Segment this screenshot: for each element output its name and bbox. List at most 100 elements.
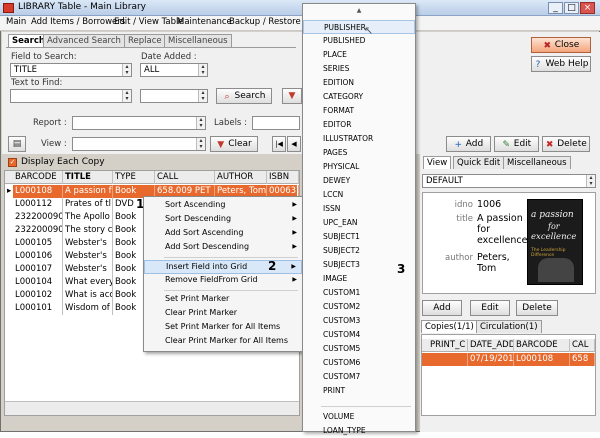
close-window-button[interactable]: × [580, 2, 595, 14]
ctx-add-sort-ascending[interactable]: Add Sort Ascending ▶ [144, 227, 302, 241]
col-copy-call[interactable]: CAL [570, 339, 595, 352]
field-option-volume[interactable]: VOLUME [303, 410, 415, 424]
ctx-add-sort-ascending-label: Add Sort Ascending [165, 228, 244, 237]
col-type[interactable]: TYPE [113, 171, 155, 184]
menu-maintenance[interactable]: Maintenance [177, 17, 232, 27]
field-option-custom2[interactable]: CUSTOM2 [303, 300, 415, 314]
add-record-button[interactable]: + Add [446, 136, 491, 152]
field-option-lccn[interactable]: LCCN [303, 188, 415, 202]
field-option-upc-ean[interactable]: UPC_EAN [303, 216, 415, 230]
report-label: Report : [33, 118, 67, 128]
field-option-subject1[interactable]: SUBJECT1 [303, 230, 415, 244]
search-button[interactable]: ⌕ Search [216, 88, 272, 104]
clear-view-button[interactable]: ▼ Clear [210, 136, 258, 152]
horizontal-scrollbar[interactable] [5, 401, 299, 415]
minimize-button[interactable]: _ [548, 2, 563, 14]
ctx-set-print-marker[interactable]: Set Print Marker [144, 293, 302, 307]
col-title[interactable]: TITLE [63, 171, 113, 184]
copies-edit-label: Edit [481, 303, 499, 313]
menu-edit-view-table[interactable]: Edit / View Table [114, 17, 184, 27]
prev-record-button[interactable]: ◀ [287, 136, 301, 152]
field-option-custom1[interactable]: CUSTOM1 [303, 286, 415, 300]
field-option-pages[interactable]: PAGES [303, 146, 415, 160]
labels-select[interactable] [252, 116, 300, 130]
ctx-insert-field[interactable]: Insert Field into Grid ▶ [144, 260, 302, 274]
field-option-illustrator[interactable]: ILLUSTRATOR [303, 132, 415, 146]
web-help-button[interactable]: ? Web Help [531, 56, 591, 72]
col-isbn[interactable]: ISBN [267, 171, 299, 184]
text-option-select[interactable]: ▴ ▾ [140, 89, 208, 103]
ctx-remove-field[interactable]: Remove FieldFrom Grid ▶ [144, 274, 302, 288]
menu-backup-restore[interactable]: Backup / Restore [229, 17, 301, 27]
ctx-sort-ascending[interactable]: Sort Ascending ▶ [144, 199, 302, 213]
maximize-button[interactable]: □ [564, 2, 579, 14]
tab-view[interactable]: View [423, 156, 452, 169]
field-to-search-select[interactable]: TITLE ▴ ▾ [10, 63, 132, 77]
spinner-icon: ▴ ▾ [198, 90, 207, 102]
copies-add-button[interactable]: Add [422, 300, 462, 316]
ctx-clear-print-marker-all[interactable]: Clear Print Marker for All Items [144, 335, 302, 349]
copies-row[interactable]: 07/19/2015 L000108 658 [422, 353, 595, 366]
ctx-sort-ascending-label: Sort Ascending [165, 200, 226, 209]
field-option-custom4[interactable]: CUSTOM4 [303, 328, 415, 342]
field-option-print[interactable]: PRINT [303, 384, 415, 398]
view-select[interactable]: ▴ ▾ [72, 137, 206, 151]
field-option-format[interactable]: FORMAT [303, 104, 415, 118]
col-call[interactable]: CALL [155, 171, 215, 184]
field-option-subject2[interactable]: SUBJECT2 [303, 244, 415, 258]
field-option-series[interactable]: SERIES [303, 62, 415, 76]
field-option-place[interactable]: PLACE [303, 48, 415, 62]
tab-copies[interactable]: Copies(1/1) [421, 320, 478, 333]
tab-circulation[interactable]: Circulation(1) [476, 320, 542, 333]
cell-barcode: L000102 [13, 289, 63, 302]
menu-main[interactable]: Main [6, 17, 26, 27]
col-barcode[interactable]: BARCODE [13, 171, 63, 184]
field-option-custom7[interactable]: CUSTOM7 [303, 370, 415, 384]
tab-replace[interactable]: Replace [124, 34, 166, 47]
copies-delete-button[interactable]: Delete [516, 300, 558, 316]
text-to-find-input[interactable]: ▴ ▾ [10, 89, 132, 103]
report-select[interactable]: ▴ ▾ [72, 116, 206, 130]
col-print-c[interactable]: PRINT_C [428, 339, 468, 352]
ctx-sort-descending[interactable]: Sort Descending ▶ [144, 213, 302, 227]
menu-add-items-borrowers[interactable]: Add Items / Borrowers [31, 17, 125, 27]
field-option-loan-type[interactable]: LOAN_TYPE [303, 424, 415, 438]
ctx-add-sort-descending[interactable]: Add Sort Descending ▶ [144, 241, 302, 255]
field-option-category[interactable]: CATEGORY [303, 90, 415, 104]
field-option-issn[interactable]: ISSN [303, 202, 415, 216]
clear-search-button[interactable]: ▼ [282, 88, 302, 104]
close-button[interactable]: ✖ Close [531, 37, 591, 53]
field-option-custom5[interactable]: CUSTOM5 [303, 342, 415, 356]
field-option-physical[interactable]: PHYSICAL [303, 160, 415, 174]
edit-record-button[interactable]: ✎ Edit [494, 136, 539, 152]
ctx-set-print-marker-all[interactable]: Set Print Marker for All Items [144, 321, 302, 335]
field-option-dewey[interactable]: DEWEY [303, 174, 415, 188]
view-template-select[interactable]: DEFAULT ▴ ▾ [422, 174, 596, 188]
field-option-edition[interactable]: EDITION [303, 76, 415, 90]
spinner-icon: ▴ ▾ [122, 64, 131, 76]
first-icon: |◀ [275, 140, 283, 148]
view-options-button[interactable]: ▤ [8, 136, 26, 152]
field-option-editor[interactable]: EDITOR [303, 118, 415, 132]
field-option-custom3[interactable]: CUSTOM3 [303, 314, 415, 328]
field-option-published[interactable]: PUBLISHED [303, 34, 415, 48]
date-added-select[interactable]: ALL ▴ ▾ [140, 63, 208, 77]
tab-advanced-search[interactable]: Advanced Search [43, 34, 125, 47]
web-help-label: Web Help [545, 59, 589, 69]
field-option-publisher[interactable]: PUBLISHER [303, 20, 415, 34]
col-author[interactable]: AUTHOR [215, 171, 267, 184]
cell-title: What is acc [65, 289, 113, 302]
scroll-up-icon[interactable]: ▲ [303, 4, 415, 18]
tab-miscellaneous-right[interactable]: Miscellaneous [503, 156, 571, 169]
tab-quick-edit[interactable]: Quick Edit [453, 156, 505, 169]
first-record-button[interactable]: |◀ [272, 136, 286, 152]
ctx-clear-print-marker[interactable]: Clear Print Marker [144, 307, 302, 321]
display-each-copy-checkbox[interactable]: ✓ [8, 158, 17, 167]
col-copy-barcode[interactable]: BARCODE [514, 339, 570, 352]
field-option-custom6[interactable]: CUSTOM6 [303, 356, 415, 370]
tab-miscellaneous[interactable]: Miscellaneous [164, 34, 232, 47]
col-date-added[interactable]: DATE_ADDI [468, 339, 514, 352]
cell-barcode: L000104 [13, 276, 63, 289]
delete-record-button[interactable]: ✖ Delete [542, 136, 590, 152]
copies-edit-button[interactable]: Edit [470, 300, 510, 316]
